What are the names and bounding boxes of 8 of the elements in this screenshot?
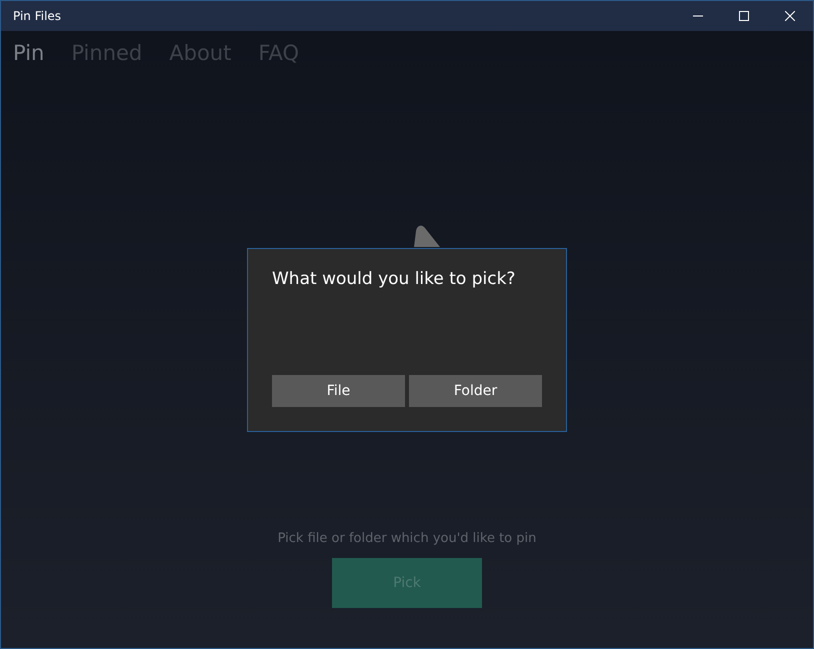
maximize-icon [739, 11, 749, 21]
instruction-text: Pick file or folder which you'd like to pin [278, 531, 536, 546]
dialog-button[interactable]: File [272, 375, 405, 407]
tab[interactable]: Pin [13, 41, 44, 65]
window-title: Pin Files [13, 9, 62, 23]
dialog-title: What would you like to pick? [272, 269, 516, 289]
close-icon [785, 11, 795, 21]
dialog-button[interactable]: Folder [409, 375, 542, 407]
